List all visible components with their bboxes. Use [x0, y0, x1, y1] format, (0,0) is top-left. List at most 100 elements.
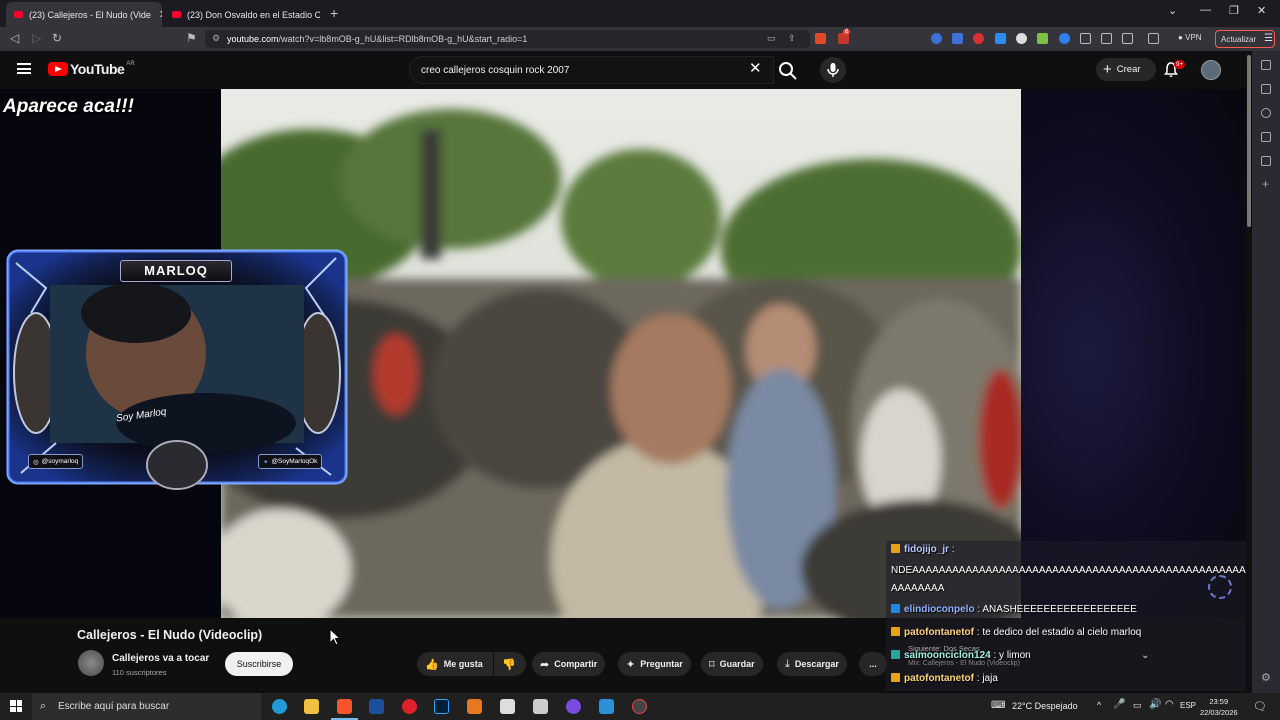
clock-date: 22/03/2026 [1200, 708, 1238, 717]
app-blue-icon[interactable] [599, 699, 614, 714]
wifi-icon[interactable]: ◠ [1165, 699, 1174, 710]
microphone-tray-icon[interactable]: 🎤 [1113, 699, 1125, 710]
app-orange-icon[interactable] [467, 699, 482, 714]
chat-username: fidojijo_jr [904, 544, 949, 555]
brave-browser-icon[interactable] [337, 699, 352, 714]
search-icon[interactable] [776, 59, 800, 83]
download-button[interactable]: ⤓ Descargar [777, 652, 847, 676]
sidebar-add-icon[interactable]: + [1262, 177, 1269, 191]
sidebar-bookmarks-icon[interactable] [1261, 132, 1271, 142]
more-actions-button[interactable]: ... [859, 652, 887, 676]
close-window-button[interactable]: ✕ [1257, 4, 1266, 17]
extension-badge: 6 [843, 29, 851, 35]
taskbar-clock[interactable]: 23:59 22/03/2026 [1200, 696, 1238, 718]
address-bar[interactable]: ⚙ youtube.com/watch?v=lb8mOB-g_hU&list=R… [205, 30, 810, 48]
channel-name[interactable]: Callejeros va a tocar [112, 653, 209, 664]
file-explorer-icon[interactable] [304, 699, 319, 714]
account-avatar[interactable] [1201, 60, 1221, 80]
aparece-overlay-text: Aparece aca!!! [3, 96, 134, 117]
photoshop-icon[interactable] [434, 699, 449, 714]
new-tab-button[interactable]: + [330, 5, 338, 21]
tray-chevron-icon[interactable]: ^ [1097, 700, 1101, 710]
media-icon[interactable] [1101, 33, 1112, 44]
instagram-tag: ◎ @soymarloq [28, 454, 84, 469]
extension-wave-icon[interactable] [931, 33, 942, 44]
weather-widget[interactable]: 22°C Despejado [1012, 701, 1078, 711]
edge-icon[interactable] [272, 699, 287, 714]
translate-extension-icon[interactable] [952, 33, 963, 44]
tab-title: (23) Callejeros - El Nudo (Vide [29, 9, 151, 20]
back-button[interactable]: ◁ [10, 31, 19, 45]
save-button[interactable]: ⌑ Guardar [701, 652, 763, 676]
download-label: Descargar [794, 659, 839, 669]
subscriber-count: 110 suscriptores [112, 668, 167, 677]
ask-label: Preguntar [640, 659, 683, 669]
tab-search-chevron-icon[interactable]: ⌄ [1168, 4, 1177, 17]
notification-center-icon[interactable]: 🗨 [1253, 700, 1267, 713]
app-gray-icon[interactable] [533, 699, 548, 714]
tab-callejeros[interactable]: (23) Callejeros - El Nudo (Vide ✕ [6, 2, 162, 27]
site-settings-icon[interactable]: ⚙ [212, 33, 220, 44]
bookmark-save-icon: ⌑ [709, 658, 715, 671]
network-icon[interactable]: ▭ [1133, 700, 1142, 711]
sync-icon[interactable] [1080, 33, 1091, 44]
minimize-button[interactable]: — [1200, 4, 1211, 16]
sidebar-history-icon[interactable] [1261, 108, 1271, 118]
chat-message: fidojijo_jr : [891, 544, 955, 555]
speaker-icon[interactable]: 🔊 [1149, 699, 1161, 710]
channel-avatar[interactable] [78, 650, 104, 676]
brave-shields-icon[interactable] [815, 33, 826, 44]
download-icon: ⤓ [785, 657, 790, 670]
vscode-icon[interactable] [369, 699, 384, 714]
ask-button[interactable]: ✦ Preguntar [618, 652, 691, 676]
extension-green-icon[interactable] [1037, 33, 1048, 44]
forward-button[interactable]: ▷ [32, 31, 41, 45]
windows-start-icon[interactable] [10, 700, 22, 712]
close-tab-icon[interactable]: ✕ [159, 8, 162, 21]
share-page-icon[interactable]: ⇪ [788, 33, 796, 44]
moon-extension-icon[interactable] [1059, 33, 1070, 44]
url-domain: youtube.com [227, 34, 279, 44]
keyboard-icon[interactable]: ⌨ [991, 700, 1005, 711]
github-extension-icon[interactable] [1016, 33, 1027, 44]
discord-icon[interactable] [566, 699, 581, 714]
webcam-name-plate: MARLOQ [120, 260, 232, 282]
subscribe-button[interactable]: Suscribirse [225, 652, 293, 676]
chevron-down-icon[interactable]: ⌄ [1141, 650, 1149, 661]
country-code: AR [126, 61, 135, 67]
youtube-wordmark: YouTube [70, 61, 125, 77]
wallet-icon[interactable] [1148, 33, 1159, 44]
vpn-button[interactable]: ● VPN [1178, 33, 1202, 42]
voice-search-button[interactable] [820, 57, 846, 83]
adblock-extension-icon[interactable] [973, 33, 984, 44]
guide-menu-icon[interactable] [17, 63, 31, 74]
taskbar-search-box[interactable]: ⌕ Escribe aquí para buscar [32, 693, 261, 720]
tab-don-osvaldo[interactable]: (23) Don Osvaldo en el Estadio Cub [164, 2, 320, 27]
share-button[interactable]: ➦ Compartir [532, 652, 606, 676]
taskbar-search-placeholder: Escribe aquí para buscar [58, 701, 170, 712]
opera-icon[interactable] [402, 699, 417, 714]
sidebar-settings-icon[interactable]: ⚙ [1261, 671, 1271, 684]
sidebar-reading-list-icon[interactable] [1261, 84, 1271, 94]
update-button[interactable]: Actualizar ☰ [1215, 30, 1275, 48]
like-button[interactable]: 👍 Me gusta [417, 652, 493, 676]
scrollbar-thumb[interactable] [1247, 55, 1251, 227]
bookmark-icon[interactable]: ⚑ [186, 31, 197, 45]
youtube-logo[interactable]: YouTube AR [48, 61, 135, 77]
clear-search-icon[interactable]: ✕ [749, 61, 762, 76]
obs-icon[interactable] [632, 699, 647, 714]
sidebar-tabs-icon[interactable] [1261, 60, 1271, 70]
chat-text: : te dedico del estadio al cielo marloq [974, 627, 1142, 638]
browser-toolbar: ◁ ▷ ↻ ⚑ ⚙ youtube.com/watch?v=lb8mOB-g_h… [0, 27, 1280, 51]
app-white-icon[interactable] [500, 699, 515, 714]
search-input[interactable]: creo callejeros cosquin rock 2007 [409, 56, 774, 84]
reload-button[interactable]: ↻ [52, 31, 62, 45]
sidebar-wallet-icon[interactable] [1261, 156, 1271, 166]
sidebar-toggle-icon[interactable] [1122, 33, 1133, 44]
language-indicator[interactable]: ESP [1180, 701, 1196, 710]
dislike-button[interactable]: 👎 [494, 652, 526, 676]
cast-icon[interactable]: ▭ [767, 33, 776, 44]
extension-blue-icon[interactable] [995, 33, 1006, 44]
maximize-button[interactable]: ❐ [1229, 4, 1239, 17]
create-button[interactable]: + Crear [1096, 58, 1156, 81]
